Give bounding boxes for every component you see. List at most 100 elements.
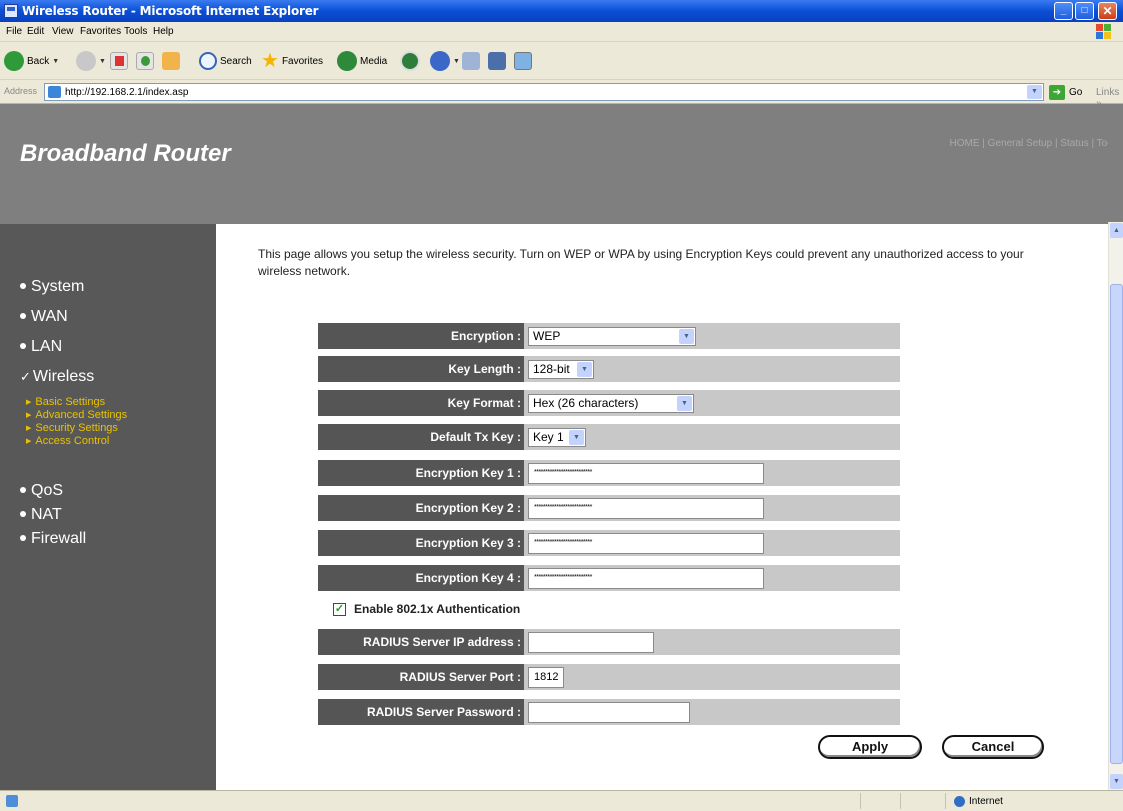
mail-button[interactable]: ▼	[430, 50, 460, 72]
ie-window-icon	[4, 4, 18, 18]
sidebar-item-lan[interactable]: LAN	[20, 338, 62, 356]
enable-8021x-checkbox[interactable]: ✓	[333, 603, 346, 616]
submenu-basic-settings[interactable]: ▶ Basic Settings	[26, 396, 105, 408]
key-length-row: Key Length : 128-bit ▼	[318, 356, 900, 382]
history-icon	[400, 51, 420, 71]
default-tx-key-row: Default Tx Key : Key 1 ▼	[318, 424, 900, 450]
chevron-down-icon: ▼	[677, 396, 692, 411]
key-length-select[interactable]: 128-bit ▼	[528, 360, 594, 379]
encryption-key-4-input[interactable]: **************************	[528, 568, 764, 589]
discuss-button[interactable]	[514, 50, 532, 72]
bullet-icon	[20, 282, 26, 289]
key-format-select[interactable]: Hex (26 characters) ▼	[528, 394, 694, 413]
chevron-down-icon: ▼	[577, 362, 592, 377]
sidebar-item-wan[interactable]: WAN	[20, 308, 68, 326]
sidebar-item-nat[interactable]: NAT	[20, 506, 62, 524]
apply-button[interactable]: Apply	[818, 735, 922, 759]
encryption-key-4-row: Encryption Key 4 : *********************…	[318, 565, 900, 591]
menu-file[interactable]: File	[6, 26, 22, 37]
scroll-up-icon[interactable]: ▲	[1110, 223, 1123, 238]
intro-text: This page allows you setup the wireless …	[258, 247, 1024, 278]
window-title: Wireless Router - Microsoft Internet Exp…	[22, 4, 319, 18]
cancel-button[interactable]: Cancel	[942, 735, 1044, 759]
search-button[interactable]: Search	[199, 50, 252, 72]
bullet-icon	[20, 510, 26, 517]
refresh-button[interactable]	[136, 50, 154, 72]
encryption-key-2-input[interactable]: **************************	[528, 498, 764, 519]
security-zone-label: Internet	[969, 796, 1003, 807]
encryption-label: Encryption :	[318, 323, 524, 349]
address-input[interactable]: http://192.168.2.1/index.asp ▼	[44, 83, 1044, 101]
menu-edit[interactable]: Edit	[27, 26, 44, 37]
minimize-button[interactable]: _	[1054, 2, 1073, 20]
back-arrow-icon	[4, 51, 24, 71]
back-button[interactable]: Back ▼	[4, 50, 59, 72]
sidebar-item-label: NAT	[31, 506, 62, 523]
home-icon	[162, 52, 180, 70]
encryption-key-3-input[interactable]: **************************	[528, 533, 764, 554]
triangle-icon: ▶	[26, 399, 32, 407]
submenu-access-control[interactable]: ▶ Access Control	[26, 435, 109, 447]
media-label: Media	[360, 55, 388, 67]
encryption-value: WEP	[533, 329, 561, 343]
sidebar-item-label: System	[31, 278, 85, 295]
menu-tools[interactable]: Tools	[124, 26, 147, 37]
radius-port-input[interactable]: 1812	[528, 667, 564, 688]
encryption-key-1-input[interactable]: **************************	[528, 463, 764, 484]
chevron-down-icon: ▼	[679, 329, 694, 344]
key-length-value: 128-bit	[533, 362, 570, 376]
media-button[interactable]: Media	[337, 50, 387, 72]
page-icon	[48, 86, 61, 98]
menu-favorites[interactable]: Favorites	[80, 26, 121, 37]
bullet-icon	[20, 534, 26, 541]
go-button[interactable]: Go	[1069, 87, 1082, 98]
status-divider	[860, 793, 861, 809]
radius-port-label: RADIUS Server Port :	[318, 664, 524, 690]
menu-help[interactable]: Help	[153, 26, 174, 37]
encryption-key-1-row: Encryption Key 1 : *********************…	[318, 460, 900, 486]
default-tx-key-select[interactable]: Key 1 ▼	[528, 428, 586, 447]
status-divider	[945, 793, 946, 809]
menu-view[interactable]: View	[52, 26, 74, 37]
home-button[interactable]	[162, 50, 180, 72]
router-header: Broadband Router HOME | General Setup | …	[0, 104, 1108, 224]
search-icon	[199, 52, 217, 70]
radius-ip-input[interactable]	[528, 632, 654, 653]
close-button[interactable]: ✕	[1098, 2, 1117, 20]
key-format-label: Key Format :	[318, 390, 524, 416]
maximize-button[interactable]: □	[1075, 2, 1094, 20]
submenu-advanced-settings[interactable]: ▶ Advanced Settings	[26, 409, 127, 421]
bullet-icon	[20, 486, 26, 493]
sidebar-item-label: WAN	[31, 308, 68, 325]
vertical-scrollbar[interactable]: ▲ ▼	[1108, 222, 1123, 790]
encryption-select[interactable]: WEP ▼	[528, 327, 696, 346]
history-button[interactable]	[400, 50, 420, 72]
top-navigation[interactable]: HOME | General Setup | Status | Tools	[950, 138, 1108, 149]
encryption-row: Encryption : WEP ▼	[318, 323, 900, 349]
scroll-thumb[interactable]	[1110, 284, 1123, 764]
sidebar-item-firewall[interactable]: Firewall	[20, 530, 86, 548]
edit-button[interactable]	[488, 50, 506, 72]
forward-arrow-icon	[76, 51, 96, 71]
bullet-icon	[20, 342, 26, 349]
print-button[interactable]	[462, 50, 480, 72]
sidebar-item-system[interactable]: System	[20, 278, 84, 296]
edit-icon	[488, 52, 506, 70]
forward-button[interactable]: ▼	[76, 50, 106, 72]
address-bar: Address http://192.168.2.1/index.asp ▼ ➔…	[0, 80, 1123, 109]
favorites-button[interactable]: ★ Favorites	[261, 50, 323, 72]
submenu-security-settings[interactable]: ▶ Security Settings	[26, 422, 118, 434]
refresh-icon	[136, 52, 154, 70]
radius-password-input[interactable]	[528, 702, 690, 723]
go-arrow-icon[interactable]: ➔	[1049, 85, 1065, 100]
scroll-down-icon[interactable]: ▼	[1110, 774, 1123, 789]
discuss-icon	[514, 52, 532, 70]
sidebar-item-wireless[interactable]: ✓ Wireless	[20, 368, 94, 386]
chevron-down-icon: ▼	[569, 430, 584, 445]
sidebar-item-qos[interactable]: QoS	[20, 482, 63, 500]
encryption-key-3-label: Encryption Key 3 :	[318, 530, 524, 556]
triangle-icon: ▶	[26, 438, 32, 446]
address-dropdown-icon[interactable]: ▼	[1027, 85, 1042, 99]
submenu-label: Security Settings	[35, 422, 118, 434]
stop-button[interactable]	[110, 50, 128, 72]
